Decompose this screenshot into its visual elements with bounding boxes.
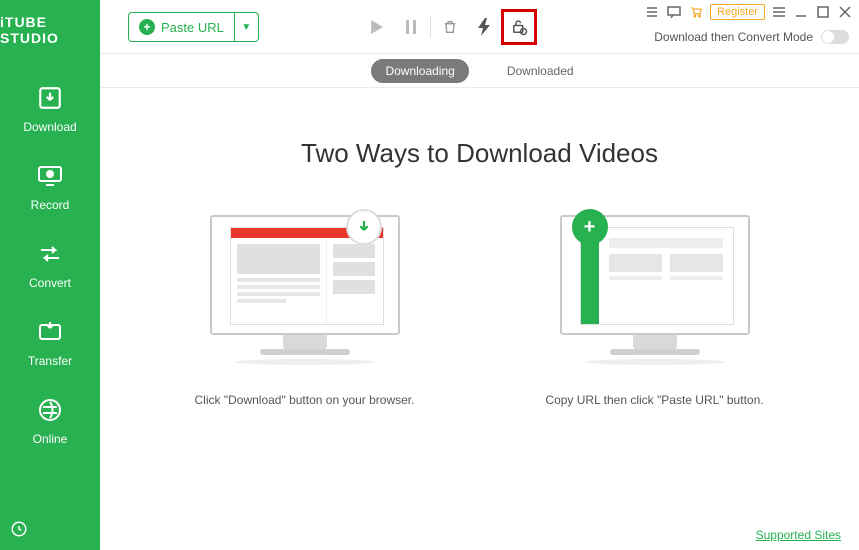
record-icon bbox=[36, 162, 64, 190]
headline: Two Ways to Download Videos bbox=[301, 138, 658, 169]
paste-url-button[interactable]: + Paste URL ▼ bbox=[128, 12, 259, 42]
list-icon[interactable] bbox=[644, 4, 660, 20]
topbar: + Paste URL ▼ bbox=[100, 0, 859, 54]
lock-settings-icon[interactable] bbox=[501, 9, 537, 45]
plus-badge-icon: + bbox=[572, 209, 608, 245]
nav-convert[interactable]: Convert bbox=[0, 222, 100, 300]
menu-icon[interactable] bbox=[771, 4, 787, 20]
nav-label: Download bbox=[0, 120, 100, 134]
tabs: Downloading Downloaded bbox=[100, 54, 859, 88]
tab-downloading[interactable]: Downloading bbox=[371, 59, 468, 83]
nav-online[interactable]: Online bbox=[0, 378, 100, 456]
plus-icon: + bbox=[139, 19, 155, 35]
way-browser: Click "Download" button on your browser. bbox=[185, 215, 425, 409]
paste-url-dropdown[interactable]: ▼ bbox=[234, 13, 258, 41]
nav-transfer[interactable]: Transfer bbox=[0, 300, 100, 378]
close-icon[interactable] bbox=[837, 4, 853, 20]
nav-record[interactable]: Record bbox=[0, 144, 100, 222]
supported-sites-link[interactable]: Supported Sites bbox=[756, 528, 841, 542]
tab-downloaded[interactable]: Downloaded bbox=[493, 59, 588, 83]
download-badge-icon bbox=[346, 209, 382, 245]
app-logo: iTUBE STUDIO bbox=[0, 0, 100, 66]
download-icon bbox=[36, 84, 64, 112]
monitor-illustration: + bbox=[560, 215, 750, 365]
ways-row: Click "Download" button on your browser. bbox=[185, 215, 775, 409]
pause-icon[interactable] bbox=[394, 12, 428, 42]
clock-icon[interactable] bbox=[10, 520, 28, 538]
way1-caption: Click "Download" button on your browser. bbox=[195, 391, 415, 409]
sidebar: iTUBE STUDIO Download Record Convert Tra… bbox=[0, 0, 100, 550]
content: Two Ways to Download Videos bbox=[100, 88, 859, 550]
toolbar-icons bbox=[360, 12, 537, 42]
way2-caption: Copy URL then click "Paste URL" button. bbox=[545, 391, 763, 409]
minimize-icon[interactable] bbox=[793, 4, 809, 20]
register-button[interactable]: Register bbox=[710, 4, 765, 20]
cart-icon[interactable] bbox=[688, 4, 704, 20]
feedback-icon[interactable] bbox=[666, 4, 682, 20]
nav-label: Transfer bbox=[0, 354, 100, 368]
convert-mode-row: Download then Convert Mode bbox=[654, 30, 849, 44]
window-controls: Register bbox=[644, 4, 853, 20]
convert-icon bbox=[36, 240, 64, 268]
bolt-icon[interactable] bbox=[467, 12, 501, 42]
convert-mode-label: Download then Convert Mode bbox=[654, 30, 813, 44]
trash-icon[interactable] bbox=[433, 12, 467, 42]
main-area: + Paste URL ▼ bbox=[100, 0, 859, 550]
nav-label: Record bbox=[0, 198, 100, 212]
paste-url-label: Paste URL bbox=[161, 20, 224, 35]
online-icon bbox=[36, 396, 64, 424]
maximize-icon[interactable] bbox=[815, 4, 831, 20]
transfer-icon bbox=[36, 318, 64, 346]
way-paste: + Copy URL then click "Paste URL" button… bbox=[535, 215, 775, 409]
monitor-illustration bbox=[210, 215, 400, 365]
nav-download[interactable]: Download bbox=[0, 66, 100, 144]
paste-url-main[interactable]: + Paste URL bbox=[129, 13, 234, 41]
separator bbox=[430, 16, 431, 38]
nav-label: Online bbox=[0, 432, 100, 446]
play-icon[interactable] bbox=[360, 12, 394, 42]
nav-label: Convert bbox=[0, 276, 100, 290]
convert-mode-toggle[interactable] bbox=[821, 30, 849, 44]
